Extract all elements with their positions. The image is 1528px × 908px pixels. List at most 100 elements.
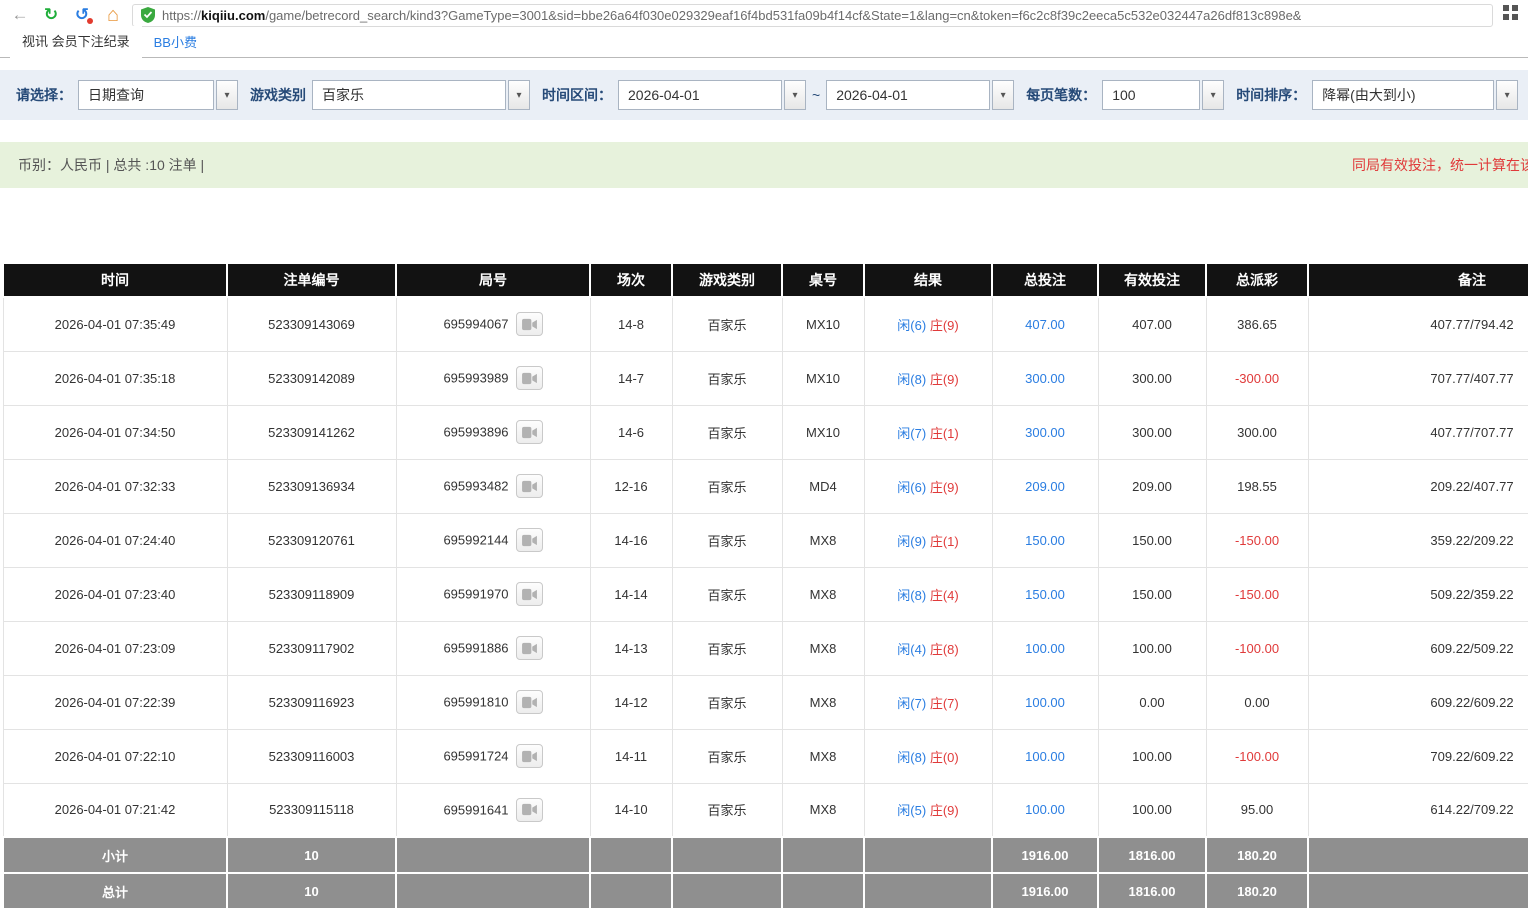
refresh-icon[interactable]: ↻ — [39, 3, 63, 27]
footer-empty-cell — [1308, 837, 1528, 873]
query-type-select[interactable]: 日期查询 ▾ — [78, 80, 238, 110]
cell-payout: -150.00 — [1206, 513, 1308, 567]
address-bar[interactable]: https://kiqiiu.com/game/betrecord_search… — [132, 4, 1493, 27]
subtotal-row: 小计 10 1916.00 1816.00 180.20 — [3, 837, 1528, 873]
chevron-down-icon[interactable]: ▾ — [992, 80, 1014, 110]
total-total-bet: 1916.00 — [992, 873, 1098, 908]
cell-total-bet[interactable]: 100.00 — [992, 783, 1098, 837]
cell-total-bet[interactable]: 209.00 — [992, 459, 1098, 513]
subtotal-label: 小计 — [3, 837, 227, 873]
undo-icon[interactable]: ↺ — [70, 3, 94, 27]
cell-valid-bet: 100.00 — [1098, 729, 1206, 783]
cell-game-type: 百家乐 — [672, 513, 782, 567]
date-to-input[interactable]: 2026-04-01 ▾ — [826, 80, 1014, 110]
cell-result: 闲(8) 庄(0) — [864, 729, 992, 783]
url-domain: kiqiiu.com — [201, 8, 265, 23]
game-type-select[interactable]: 百家乐 ▾ — [312, 80, 530, 110]
round-number: 695991724 — [443, 749, 508, 764]
table-row: 2026-04-01 07:32:33 523309136934 6959934… — [3, 459, 1528, 513]
subtotal-total-bet: 1916.00 — [992, 837, 1098, 873]
footer-empty-cell — [590, 873, 672, 908]
date-from-input[interactable]: 2026-04-01 ▾ — [618, 80, 806, 110]
cell-game-type: 百家乐 — [672, 621, 782, 675]
cell-result: 闲(9) 庄(1) — [864, 513, 992, 567]
cell-total-bet[interactable]: 100.00 — [992, 729, 1098, 783]
cell-total-bet[interactable]: 100.00 — [992, 675, 1098, 729]
cell-payout: 300.00 — [1206, 405, 1308, 459]
video-replay-button[interactable] — [516, 474, 543, 498]
round-number: 695991641 — [443, 802, 508, 817]
apps-grid-icon[interactable] — [1500, 5, 1520, 25]
cell-session: 14-13 — [590, 621, 672, 675]
cell-table-no: MX10 — [782, 405, 864, 459]
round-number: 695992144 — [443, 533, 508, 548]
cell-total-bet[interactable]: 300.00 — [992, 405, 1098, 459]
cell-total-bet[interactable]: 150.00 — [992, 567, 1098, 621]
cell-time: 2026-04-01 07:23:09 — [3, 621, 227, 675]
video-replay-button[interactable] — [516, 690, 543, 714]
video-icon — [522, 372, 537, 385]
back-icon[interactable]: ← — [8, 3, 32, 27]
cell-time: 2026-04-01 07:21:42 — [3, 783, 227, 837]
cell-table-no: MX10 — [782, 351, 864, 405]
page-size-value: 100 — [1102, 80, 1200, 110]
cell-total-bet[interactable]: 300.00 — [992, 351, 1098, 405]
video-icon — [522, 642, 537, 655]
col-bet-id: 注单编号 — [227, 263, 396, 297]
video-replay-button[interactable] — [516, 744, 543, 768]
cell-remark: 707.77/407.77 — [1308, 351, 1528, 405]
date-from-value: 2026-04-01 — [618, 80, 782, 110]
table-body: 2026-04-01 07:35:49 523309143069 6959940… — [3, 297, 1528, 837]
cell-table-no: MX10 — [782, 297, 864, 351]
video-replay-button[interactable] — [516, 366, 543, 390]
video-replay-button[interactable] — [516, 636, 543, 660]
cell-payout: 198.55 — [1206, 459, 1308, 513]
tab-bb-tip[interactable]: BB小费 — [142, 27, 209, 57]
video-replay-button[interactable] — [516, 798, 543, 822]
footer-empty-cell — [1308, 873, 1528, 908]
video-replay-button[interactable] — [516, 582, 543, 606]
chevron-down-icon[interactable]: ▾ — [508, 80, 530, 110]
video-icon — [522, 696, 537, 709]
table-row: 2026-04-01 07:34:50 523309141262 6959938… — [3, 405, 1528, 459]
chevron-down-icon[interactable]: ▾ — [1496, 80, 1518, 110]
video-replay-button[interactable] — [516, 528, 543, 552]
cell-bet-id: 523309118909 — [227, 567, 396, 621]
cell-round-id: 695992144 — [396, 513, 590, 567]
cell-total-bet[interactable]: 407.00 — [992, 297, 1098, 351]
cell-valid-bet: 407.00 — [1098, 297, 1206, 351]
sort-select[interactable]: 降幂(由大到小) ▾ — [1312, 80, 1518, 110]
chevron-down-icon[interactable]: ▾ — [216, 80, 238, 110]
chevron-down-icon[interactable]: ▾ — [784, 80, 806, 110]
cell-remark: 509.22/359.22 — [1308, 567, 1528, 621]
col-round-id: 局号 — [396, 263, 590, 297]
page-size-select[interactable]: 100 ▾ — [1102, 80, 1224, 110]
cell-valid-bet: 100.00 — [1098, 621, 1206, 675]
cell-bet-id: 523309142089 — [227, 351, 396, 405]
home-icon[interactable]: ⌂ — [101, 3, 125, 27]
range-separator: ~ — [812, 87, 820, 103]
cell-payout: 0.00 — [1206, 675, 1308, 729]
video-replay-button[interactable] — [516, 312, 543, 336]
col-payout: 总派彩 — [1206, 263, 1308, 297]
cell-remark: 407.77/794.42 — [1308, 297, 1528, 351]
video-replay-button[interactable] — [516, 420, 543, 444]
notification-dot — [87, 18, 93, 24]
total-count: 10 — [227, 873, 396, 908]
footer-empty-cell — [396, 873, 590, 908]
cell-session: 14-7 — [590, 351, 672, 405]
cell-total-bet[interactable]: 150.00 — [992, 513, 1098, 567]
cell-remark: 609.22/509.22 — [1308, 621, 1528, 675]
table-footer: 小计 10 1916.00 1816.00 180.20 总计 10 — [3, 837, 1528, 908]
cell-table-no: MD4 — [782, 459, 864, 513]
tab-bet-records[interactable]: 视讯 会员下注纪录 — [10, 26, 142, 58]
cell-remark: 407.77/707.77 — [1308, 405, 1528, 459]
table-row: 2026-04-01 07:22:39 523309116923 6959918… — [3, 675, 1528, 729]
cell-session: 14-8 — [590, 297, 672, 351]
video-icon — [522, 588, 537, 601]
cell-game-type: 百家乐 — [672, 675, 782, 729]
chevron-down-icon[interactable]: ▾ — [1202, 80, 1224, 110]
cell-total-bet[interactable]: 100.00 — [992, 621, 1098, 675]
cell-round-id: 695994067 — [396, 297, 590, 351]
cell-result: 闲(8) 庄(9) — [864, 351, 992, 405]
